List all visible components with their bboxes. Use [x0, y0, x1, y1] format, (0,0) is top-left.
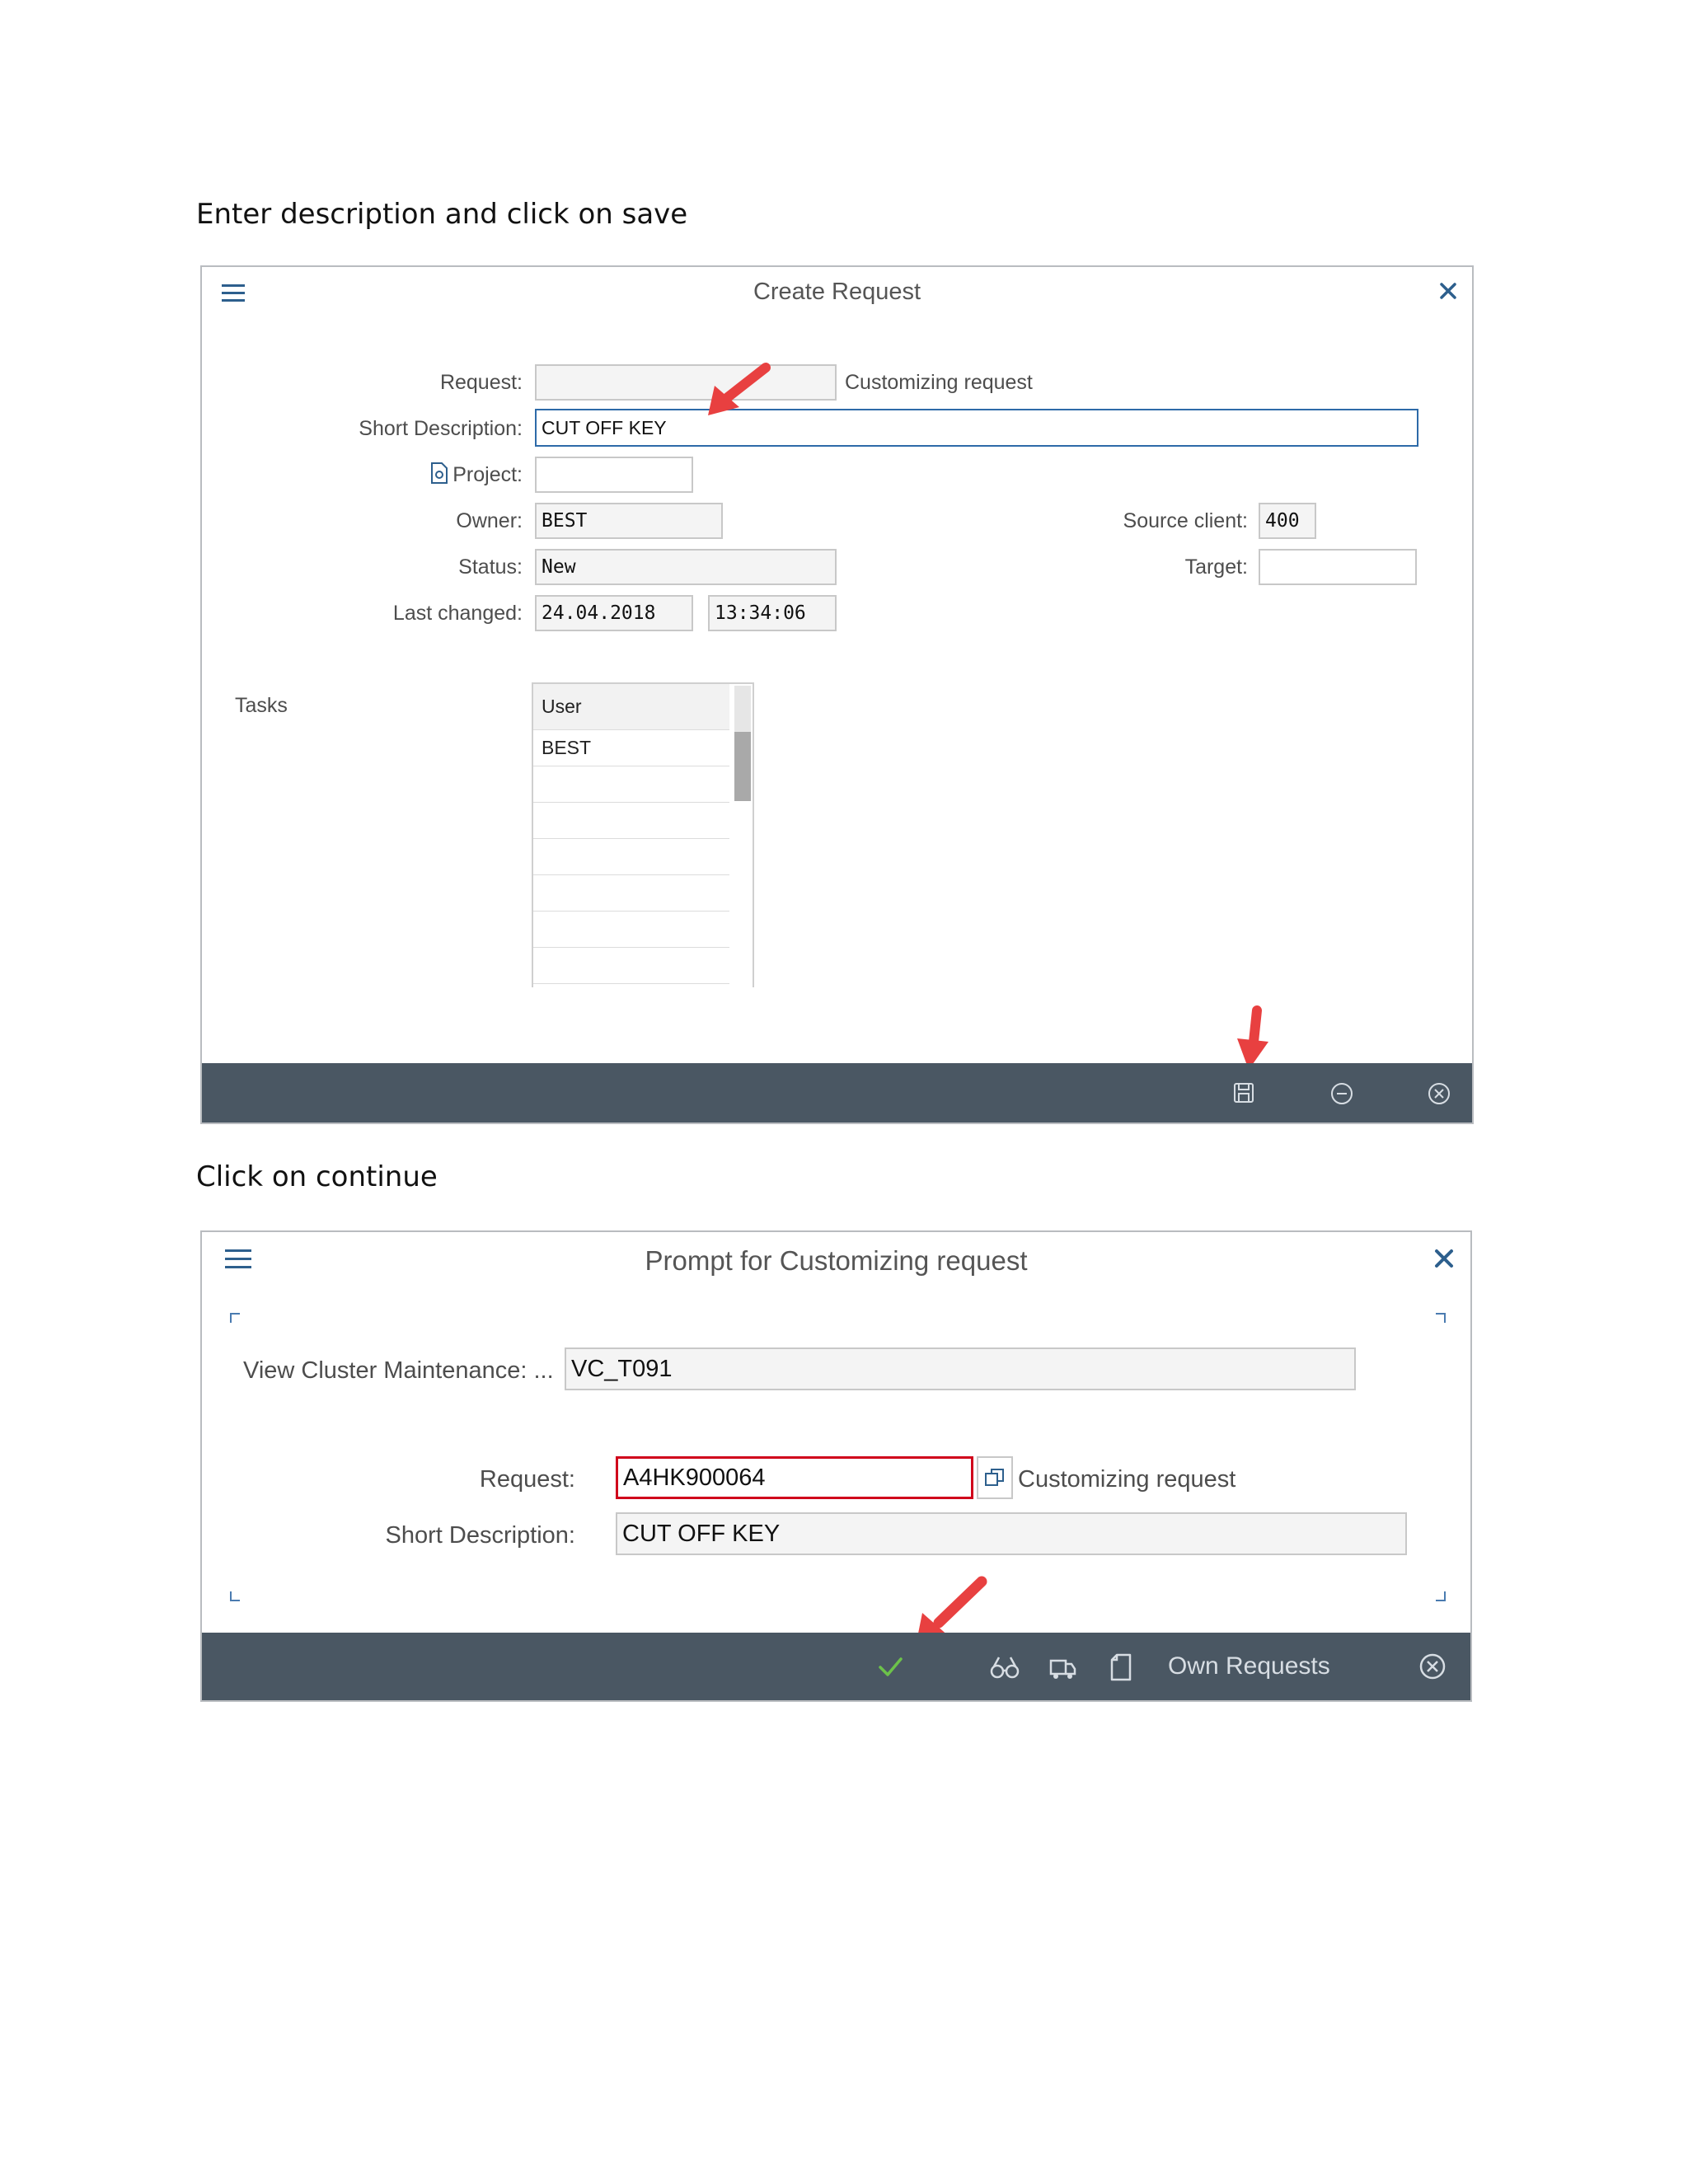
table-scrollbar[interactable] — [734, 686, 751, 801]
frame-corner — [230, 1591, 240, 1601]
source-client-label: Source client: — [1123, 509, 1248, 532]
tasks-label: Tasks — [235, 694, 288, 717]
request-type-text: Customizing request — [1018, 1466, 1236, 1493]
request-type-text: Customizing request — [845, 371, 1033, 394]
pointer-arrow — [703, 361, 772, 419]
last-changed-date-field: 24.04.2018 — [535, 595, 693, 631]
table-row[interactable] — [533, 839, 729, 875]
customizing-request-prompt: Prompt for Customizing request View Clus… — [200, 1230, 1472, 1702]
tasks-table: User BEST — [532, 682, 754, 987]
frame-corner — [1436, 1313, 1446, 1323]
status-field: New — [535, 549, 837, 585]
owner-field: BEST — [535, 503, 723, 539]
project-icon — [429, 462, 449, 485]
table-header: User — [533, 684, 729, 730]
pointer-arrow — [1232, 1005, 1277, 1071]
short-description-input[interactable]: CUT OFF KEY — [535, 409, 1418, 447]
table-row[interactable]: BEST — [533, 730, 729, 766]
view-cluster-field: VC_T091 — [565, 1347, 1356, 1390]
check-icon[interactable] — [876, 1652, 904, 1680]
own-requests-button[interactable]: Own Requests — [1168, 1652, 1330, 1680]
project-label: Project: — [452, 463, 523, 486]
source-client-field: 400 — [1259, 503, 1316, 539]
save-icon[interactable] — [1232, 1081, 1255, 1104]
step2-caption: Click on continue — [196, 1160, 438, 1193]
table-row[interactable] — [533, 912, 729, 948]
table-row[interactable] — [533, 875, 729, 912]
status-label: Status: — [458, 555, 523, 579]
frame-corner — [1436, 1591, 1446, 1601]
scrollbar-thumb[interactable] — [734, 732, 751, 801]
table-row[interactable] — [533, 948, 729, 984]
new-document-icon[interactable] — [1109, 1652, 1133, 1682]
last-changed-time-field: 13:34:06 — [708, 595, 837, 631]
short-description-label: Short Description: — [385, 1522, 576, 1549]
frame-corner — [230, 1313, 240, 1323]
request-field — [535, 364, 837, 401]
owner-label: Owner: — [456, 509, 523, 532]
short-description-field: CUT OFF KEY — [616, 1512, 1407, 1555]
view-cluster-label: View Cluster Maintenance: ... — [243, 1357, 554, 1384]
request-label: Request: — [439, 371, 523, 394]
transport-icon[interactable] — [1048, 1652, 1077, 1682]
cancel-circle-icon[interactable] — [1427, 1081, 1451, 1106]
close-icon[interactable] — [1436, 279, 1461, 303]
minus-circle-icon[interactable] — [1329, 1081, 1354, 1106]
project-input[interactable] — [535, 457, 693, 493]
request-value-help-button[interactable] — [977, 1456, 1013, 1499]
create-request-dialog: Create Request Request: Customizing requ… — [200, 265, 1474, 1124]
dialog-footer — [202, 1063, 1472, 1122]
dialog-title: Create Request — [753, 279, 921, 305]
close-icon[interactable] — [1431, 1245, 1457, 1272]
table-row[interactable] — [533, 766, 729, 803]
value-help-icon — [985, 1469, 1004, 1486]
binoculars-icon[interactable] — [990, 1654, 1020, 1680]
last-changed-label: Last changed: — [392, 602, 523, 625]
request-input[interactable]: A4HK900064 — [616, 1456, 973, 1499]
target-input[interactable] — [1259, 549, 1417, 585]
dialog-title: Prompt for Customizing request — [645, 1245, 1028, 1276]
table-row[interactable] — [533, 803, 729, 839]
cancel-circle-icon[interactable] — [1418, 1652, 1447, 1680]
step1-caption: Enter description and click on save — [196, 198, 688, 231]
short-description-label: Short Description: — [359, 417, 523, 440]
request-label: Request: — [479, 1466, 575, 1493]
target-label: Target: — [1184, 555, 1248, 579]
dialog-footer: Own Requests — [202, 1633, 1470, 1700]
